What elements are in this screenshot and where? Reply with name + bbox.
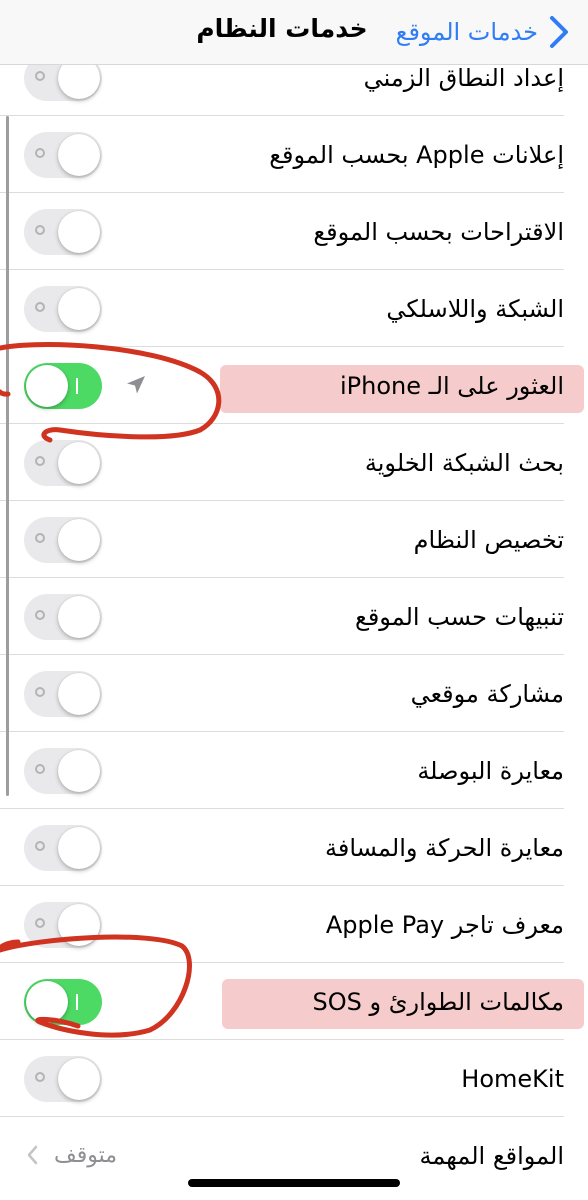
row-emergency-sos[interactable]: مكالمات الطوارئ و SOS — [0, 963, 588, 1040]
off-indicator-icon — [35, 841, 45, 851]
row-label: المواقع المهمة — [419, 1141, 564, 1170]
toggle-knob — [58, 673, 100, 715]
off-indicator-icon — [35, 764, 45, 774]
toggle-knob — [58, 288, 100, 330]
row-label: HomeKit — [461, 1064, 564, 1093]
row-label: معرف تاجر Apple Pay — [325, 910, 564, 939]
row-system-customization[interactable]: تخصيص النظام — [0, 501, 588, 578]
off-indicator-icon — [35, 610, 45, 620]
row-label: الشبكة واللاسلكي — [386, 294, 564, 323]
row-cell-network-search[interactable]: بحث الشبكة الخلوية — [0, 424, 588, 501]
toggle-knob — [58, 827, 100, 869]
row-location-alerts[interactable]: تنبيهات حسب الموقع — [0, 578, 588, 655]
compass-calibration-toggle[interactable] — [24, 748, 102, 794]
off-indicator-icon — [35, 71, 45, 81]
row-label: العثور على الـ iPhone — [340, 371, 564, 400]
off-indicator-icon — [35, 456, 45, 466]
row-label: تخصيص النظام — [413, 525, 564, 554]
row-label: بحث الشبكة الخلوية — [364, 448, 564, 477]
row-homekit[interactable]: HomeKit — [0, 1040, 588, 1117]
row-motion-calibration[interactable]: معايرة الحركة والمسافة — [0, 809, 588, 886]
back-label: خدمات الموقع — [395, 18, 538, 46]
on-indicator-icon — [76, 378, 78, 394]
toggle-knob — [58, 1058, 100, 1100]
system-customization-toggle[interactable] — [24, 517, 102, 563]
scroll-indicator[interactable] — [6, 116, 9, 796]
toggle-knob — [58, 596, 100, 638]
row-label: معايرة البوصلة — [417, 756, 564, 785]
off-indicator-icon — [35, 225, 45, 235]
suggestions-toggle[interactable] — [24, 209, 102, 255]
row-apple-pay-merchant[interactable]: معرف تاجر Apple Pay — [0, 886, 588, 963]
row-compass-calibration[interactable]: معايرة البوصلة — [0, 732, 588, 809]
off-indicator-icon — [35, 918, 45, 928]
row-label: معايرة الحركة والمسافة — [324, 833, 564, 862]
off-indicator-icon — [35, 1072, 45, 1082]
on-indicator-icon — [76, 994, 78, 1010]
cell-network-search-toggle[interactable] — [24, 440, 102, 486]
row-networking-wireless[interactable]: الشبكة واللاسلكي — [0, 270, 588, 347]
toggle-knob — [58, 904, 100, 946]
off-indicator-icon — [35, 302, 45, 312]
toggle-knob — [26, 981, 68, 1023]
homekit-toggle[interactable] — [24, 1056, 102, 1102]
off-indicator-icon — [35, 148, 45, 158]
row-share-my-location[interactable]: مشاركة موقعي — [0, 655, 588, 732]
location-alerts-toggle[interactable] — [24, 594, 102, 640]
emergency-sos-toggle[interactable] — [24, 979, 102, 1025]
chevron-left-icon — [27, 1145, 38, 1165]
toggle-knob — [58, 442, 100, 484]
status-value: متوقف — [54, 1143, 118, 1168]
toggle-knob — [58, 519, 100, 561]
row-apple-ads[interactable]: إعلانات Apple بحسب الموقع — [0, 116, 588, 193]
chevron-right-icon — [550, 16, 568, 48]
networking-wireless-toggle[interactable] — [24, 286, 102, 332]
share-my-location-toggle[interactable] — [24, 671, 102, 717]
motion-calibration-toggle[interactable] — [24, 825, 102, 871]
off-indicator-icon — [35, 533, 45, 543]
row-label: تنبيهات حسب الموقع — [355, 602, 564, 631]
back-button[interactable]: خدمات الموقع — [396, 8, 574, 56]
row-label: مكالمات الطوارئ و SOS — [312, 987, 564, 1016]
row-find-my-iphone[interactable]: العثور على الـ iPhone — [0, 347, 588, 424]
row-label: الاقتراحات بحسب الموقع — [313, 217, 564, 246]
toggle-knob — [26, 365, 68, 407]
row-suggestions[interactable]: الاقتراحات بحسب الموقع — [0, 193, 588, 270]
apple-pay-merchant-toggle[interactable] — [24, 902, 102, 948]
home-indicator — [188, 1179, 400, 1187]
location-arrow-icon — [127, 376, 145, 394]
off-indicator-icon — [35, 687, 45, 697]
apple-ads-toggle[interactable] — [24, 132, 102, 178]
find-my-iphone-toggle[interactable] — [24, 363, 102, 409]
toggle-knob — [58, 750, 100, 792]
system-services-screen: إعداد النطاق الزمني إعلانات Apple بحسب ا… — [0, 0, 588, 1200]
toggle-knob — [58, 211, 100, 253]
row-label: إعلانات Apple بحسب الموقع — [269, 140, 564, 169]
toggle-knob — [58, 134, 100, 176]
navigation-bar: خدمات النظام خدمات الموقع — [0, 0, 588, 65]
row-label: مشاركة موقعي — [410, 679, 564, 708]
